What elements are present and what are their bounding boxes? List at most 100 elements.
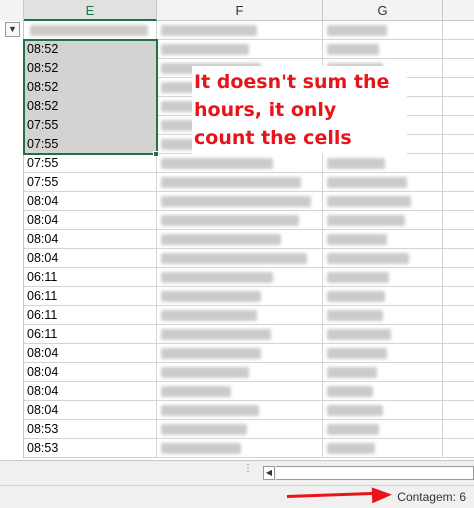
row-gutter[interactable]	[0, 192, 24, 211]
row-gutter[interactable]	[0, 439, 24, 458]
time-cell[interactable]: 08:52	[24, 78, 157, 97]
row-gutter[interactable]	[0, 40, 24, 59]
cell-f[interactable]	[157, 192, 323, 211]
cell-f[interactable]	[157, 420, 323, 439]
row-gutter[interactable]	[0, 116, 24, 135]
select-all-corner[interactable]	[0, 0, 24, 21]
cell-f[interactable]	[157, 325, 323, 344]
status-count[interactable]: Contagem: 6	[397, 490, 466, 504]
filter-dropdown-icon[interactable]: ▼	[5, 22, 20, 37]
row-gutter[interactable]	[0, 401, 24, 420]
table-row: 08:04	[0, 382, 474, 401]
time-cell[interactable]: 07:55	[24, 116, 157, 135]
row-gutter[interactable]	[0, 249, 24, 268]
time-cell[interactable]: 07:55	[24, 135, 157, 154]
row-gutter[interactable]	[0, 78, 24, 97]
cell-f[interactable]	[157, 154, 323, 173]
redacted-text	[161, 386, 231, 397]
time-cell[interactable]: 08:52	[24, 40, 157, 59]
time-cell[interactable]: 08:04	[24, 363, 157, 382]
cell-g[interactable]	[323, 154, 443, 173]
row-gutter[interactable]	[0, 173, 24, 192]
row-gutter[interactable]	[0, 154, 24, 173]
horizontal-scrollbar[interactable]	[276, 466, 474, 480]
row-gutter[interactable]	[0, 211, 24, 230]
row-gutter[interactable]	[0, 344, 24, 363]
cell-g[interactable]	[323, 306, 443, 325]
row-gutter[interactable]	[0, 287, 24, 306]
cell-f[interactable]	[157, 344, 323, 363]
time-cell[interactable]: 08:04	[24, 382, 157, 401]
time-cell[interactable]: 06:11	[24, 306, 157, 325]
split-handle-icon[interactable]: ⋮	[243, 464, 253, 480]
cell-g[interactable]	[323, 173, 443, 192]
redacted-text	[161, 424, 247, 435]
row-gutter[interactable]	[0, 268, 24, 287]
row-gutter[interactable]	[0, 420, 24, 439]
row-gutter[interactable]	[0, 325, 24, 344]
scroll-left-arrow-icon[interactable]: ◀	[263, 466, 275, 480]
row-gutter[interactable]	[0, 135, 24, 154]
cell-g[interactable]	[323, 268, 443, 287]
cell-g[interactable]	[323, 21, 443, 40]
fill-handle[interactable]	[153, 151, 159, 157]
row-gutter[interactable]	[0, 97, 24, 116]
cell-g[interactable]	[323, 230, 443, 249]
cell-g[interactable]	[323, 439, 443, 458]
cell-g[interactable]	[323, 192, 443, 211]
cell-f[interactable]	[157, 439, 323, 458]
cell-f[interactable]	[157, 382, 323, 401]
time-cell[interactable]: 08:04	[24, 211, 157, 230]
column-header-g[interactable]: G	[323, 0, 443, 21]
time-cell[interactable]: 08:04	[24, 249, 157, 268]
spreadsheet-grid[interactable]: E F G 08:52 08:52 08:52 08:52 07:55 07:55 07:5…	[0, 0, 474, 460]
header-cell-e[interactable]	[24, 21, 157, 40]
cell-f[interactable]	[157, 21, 323, 40]
time-cell[interactable]: 06:11	[24, 287, 157, 306]
time-cell[interactable]: 08:04	[24, 344, 157, 363]
cell-f[interactable]	[157, 287, 323, 306]
time-cell[interactable]: 08:53	[24, 420, 157, 439]
row-gutter[interactable]	[0, 59, 24, 78]
redacted-text	[327, 234, 387, 245]
cell-g[interactable]	[323, 249, 443, 268]
cell-g[interactable]	[323, 420, 443, 439]
time-cell[interactable]: 07:55	[24, 173, 157, 192]
row-gutter[interactable]	[0, 230, 24, 249]
cell-g[interactable]	[323, 40, 443, 59]
cell-g[interactable]	[323, 382, 443, 401]
cell-f[interactable]	[157, 306, 323, 325]
row-gutter[interactable]	[0, 363, 24, 382]
time-cell[interactable]: 08:52	[24, 97, 157, 116]
cell-f[interactable]	[157, 230, 323, 249]
cell-g[interactable]	[323, 211, 443, 230]
cell-f[interactable]	[157, 211, 323, 230]
time-cell[interactable]: 07:55	[24, 154, 157, 173]
cell-g[interactable]	[323, 401, 443, 420]
redacted-text	[327, 25, 387, 36]
cell-f[interactable]	[157, 173, 323, 192]
time-cell[interactable]: 08:53	[24, 439, 157, 458]
time-cell[interactable]: 08:04	[24, 192, 157, 211]
cell-f[interactable]	[157, 401, 323, 420]
cell-f[interactable]	[157, 40, 323, 59]
time-cell[interactable]: 08:04	[24, 230, 157, 249]
cell-g[interactable]	[323, 344, 443, 363]
time-cell[interactable]: 08:04	[24, 401, 157, 420]
redacted-text	[327, 367, 377, 378]
column-header-e[interactable]: E	[24, 0, 157, 21]
cell-f[interactable]	[157, 249, 323, 268]
time-cell[interactable]: 06:11	[24, 325, 157, 344]
cell-g[interactable]	[323, 363, 443, 382]
column-header-f[interactable]: F	[157, 0, 323, 21]
time-cell[interactable]: 08:52	[24, 59, 157, 78]
redacted-text	[161, 196, 311, 207]
row-gutter[interactable]	[0, 382, 24, 401]
table-row: 07:55	[0, 173, 474, 192]
cell-f[interactable]	[157, 268, 323, 287]
cell-g[interactable]	[323, 287, 443, 306]
row-gutter[interactable]	[0, 306, 24, 325]
cell-g[interactable]	[323, 325, 443, 344]
time-cell[interactable]: 06:11	[24, 268, 157, 287]
cell-f[interactable]	[157, 363, 323, 382]
